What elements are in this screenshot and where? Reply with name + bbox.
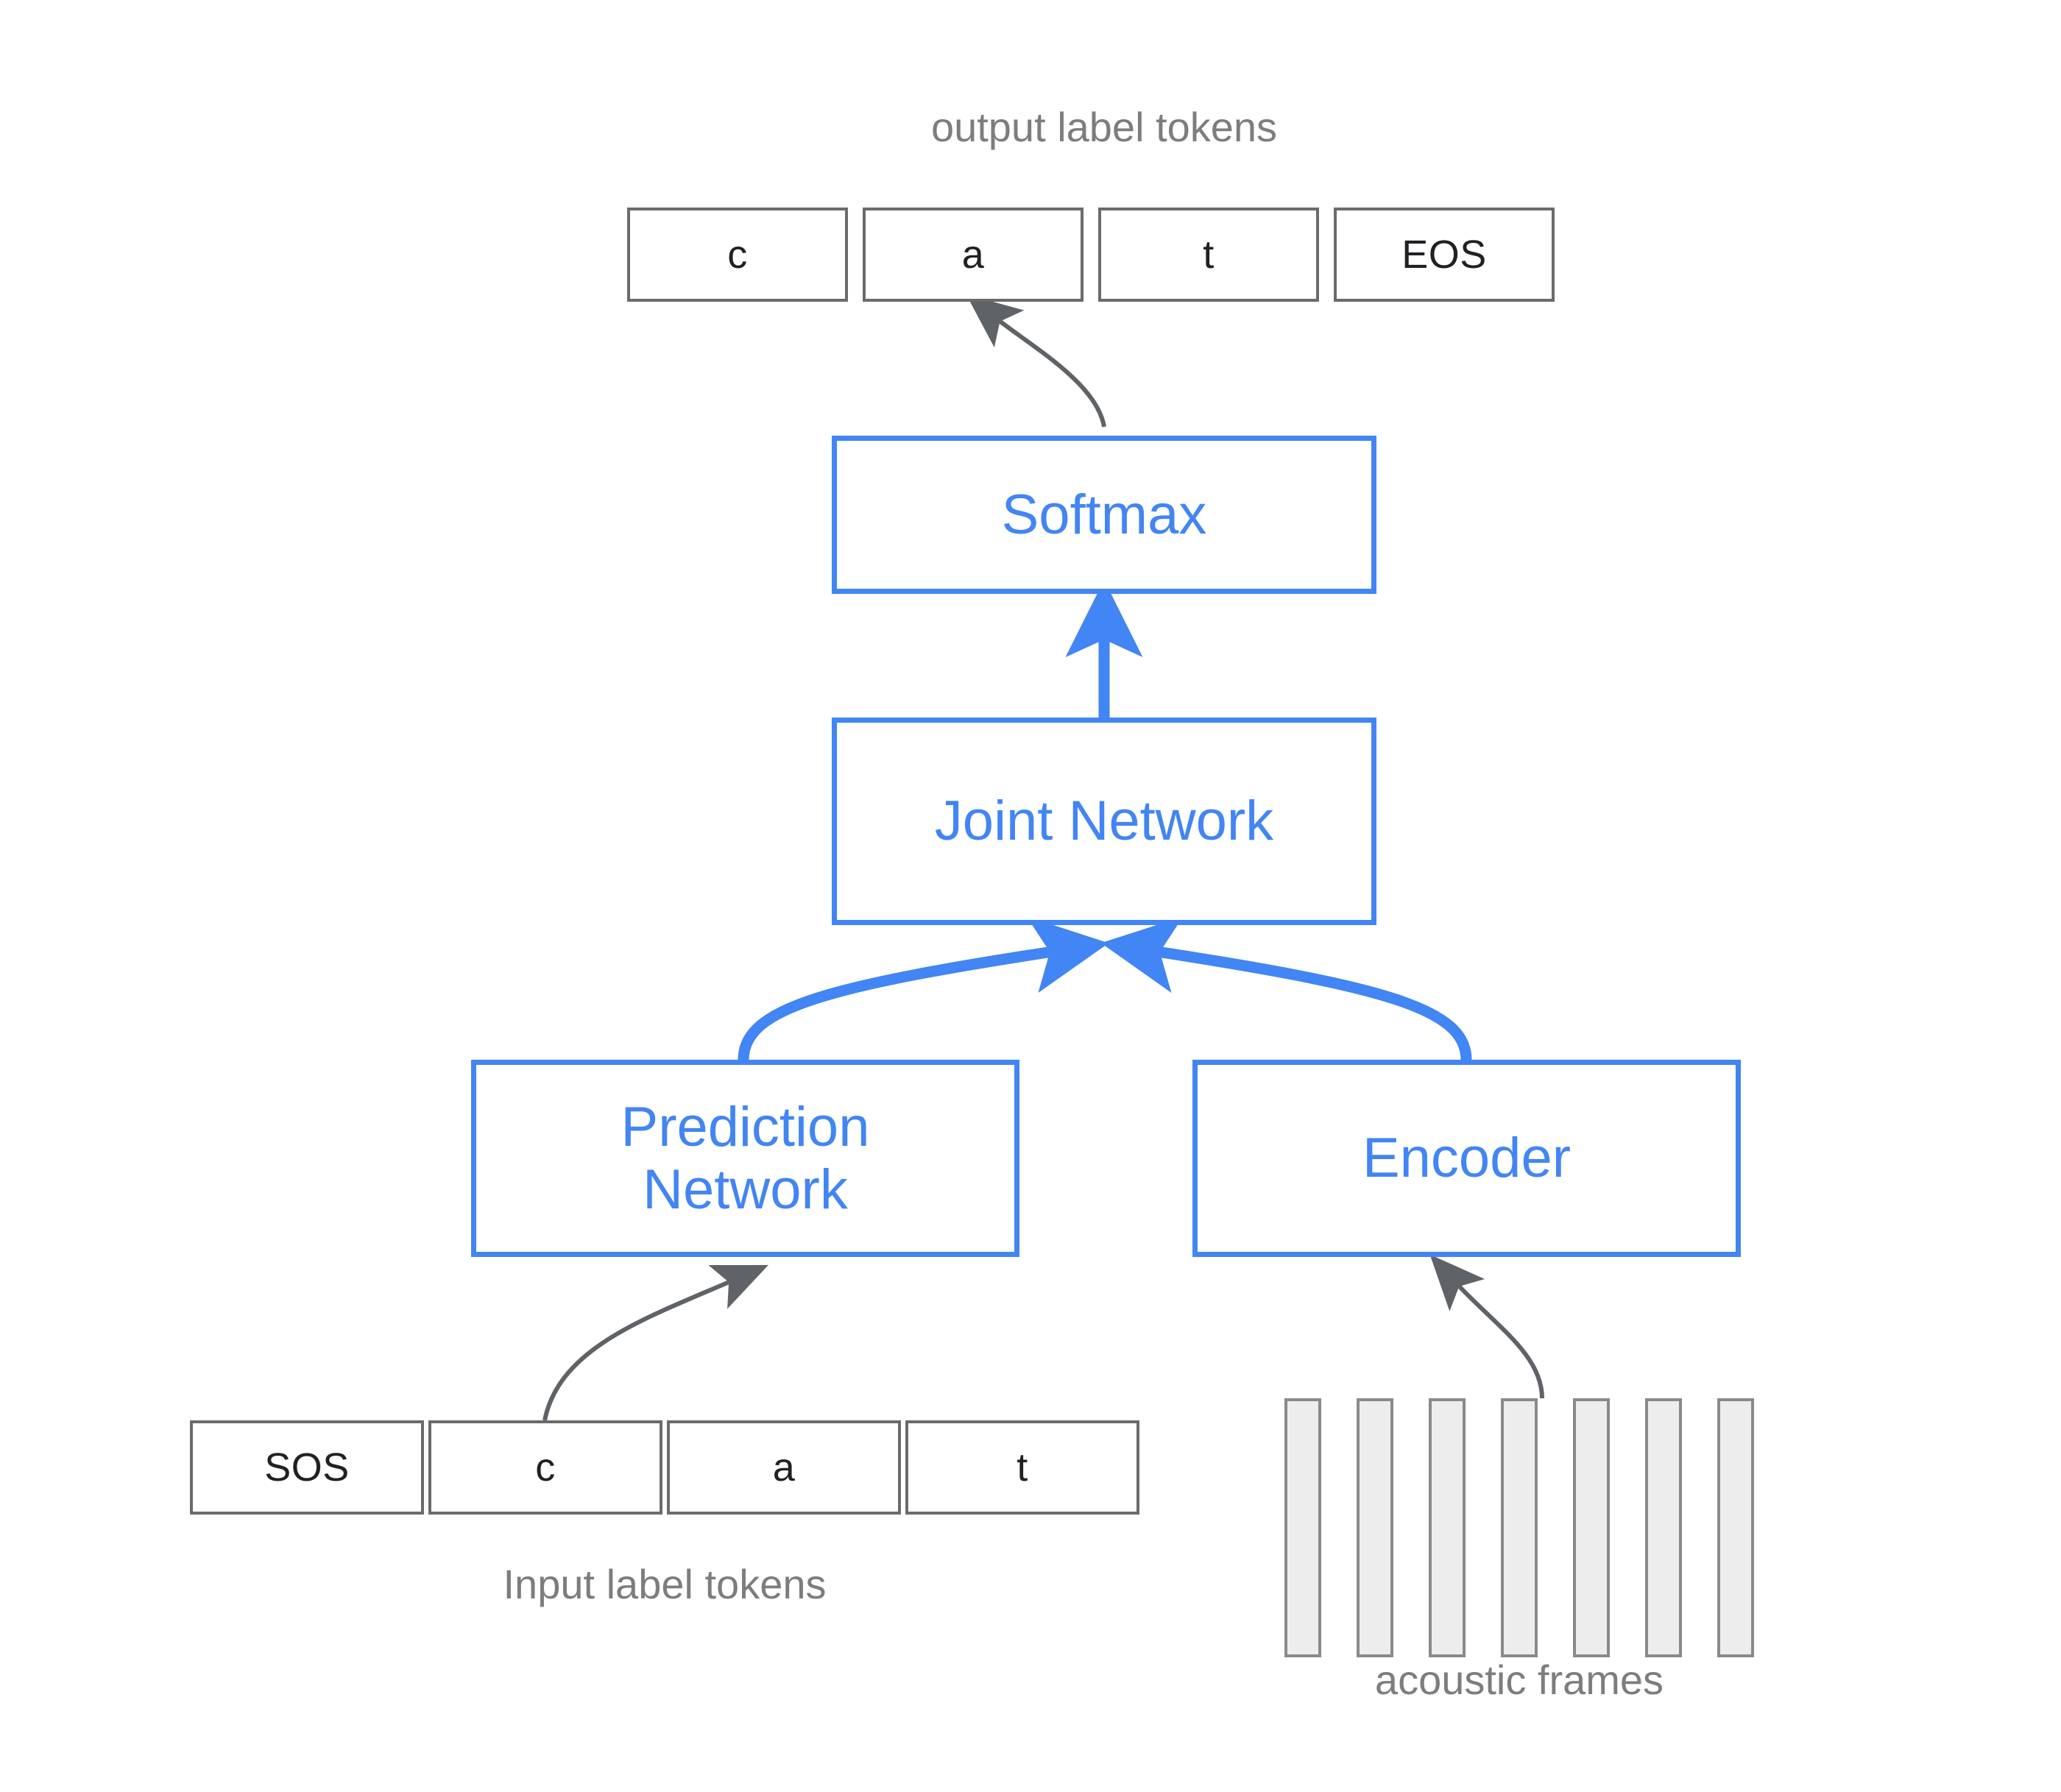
- acoustic-frame-bar[interactable]: [1645, 1398, 1682, 1657]
- acoustic-frame-bar[interactable]: [1573, 1398, 1610, 1657]
- arrow-softmax-to-output-token: [966, 294, 1106, 428]
- input-label-tokens-caption: Input label tokens: [503, 1561, 827, 1607]
- output-label-tokens-caption: output label tokens: [930, 104, 1278, 150]
- arrow-prediction-to-joint: [738, 916, 1109, 1060]
- acoustic-frame-bar[interactable]: [1357, 1398, 1393, 1657]
- acoustic-frame-bar[interactable]: [1284, 1398, 1321, 1657]
- softmax-module[interactable]: Softmax: [832, 436, 1376, 594]
- output-token-box-c[interactable]: c: [627, 208, 848, 302]
- input-token-box-a[interactable]: a: [667, 1420, 901, 1515]
- joint-network-module[interactable]: Joint Network: [832, 718, 1376, 925]
- acoustic-frame-bar-selected[interactable]: [1501, 1398, 1538, 1657]
- acoustic-frames-caption: acoustic frames: [1374, 1657, 1664, 1703]
- encoder-module[interactable]: Encoder: [1192, 1060, 1741, 1257]
- arrow-acoustic-frame-to-encoder: [1429, 1254, 1544, 1399]
- output-token-box-a[interactable]: a: [863, 208, 1083, 302]
- diagram-canvas: output label tokens c a t EOS Softmax Jo…: [0, 0, 2061, 1792]
- input-token-box-c[interactable]: c: [428, 1420, 662, 1515]
- prediction-network-module[interactable]: Prediction Network: [471, 1060, 1019, 1257]
- input-token-box-sos[interactable]: SOS: [190, 1420, 424, 1515]
- prediction-network-label: Prediction Network: [621, 1096, 870, 1221]
- prediction-network-label-line2: Network: [643, 1158, 848, 1221]
- output-token-box-eos[interactable]: EOS: [1334, 208, 1555, 302]
- arrow-input-token-to-prediction: [542, 1264, 769, 1421]
- prediction-network-label-line1: Prediction: [621, 1095, 870, 1158]
- output-token-box-t[interactable]: t: [1098, 208, 1319, 302]
- acoustic-frame-bar[interactable]: [1429, 1398, 1466, 1657]
- input-token-box-t[interactable]: t: [905, 1420, 1139, 1515]
- acoustic-frame-bar[interactable]: [1717, 1398, 1754, 1657]
- arrow-encoder-to-joint: [1100, 916, 1472, 1060]
